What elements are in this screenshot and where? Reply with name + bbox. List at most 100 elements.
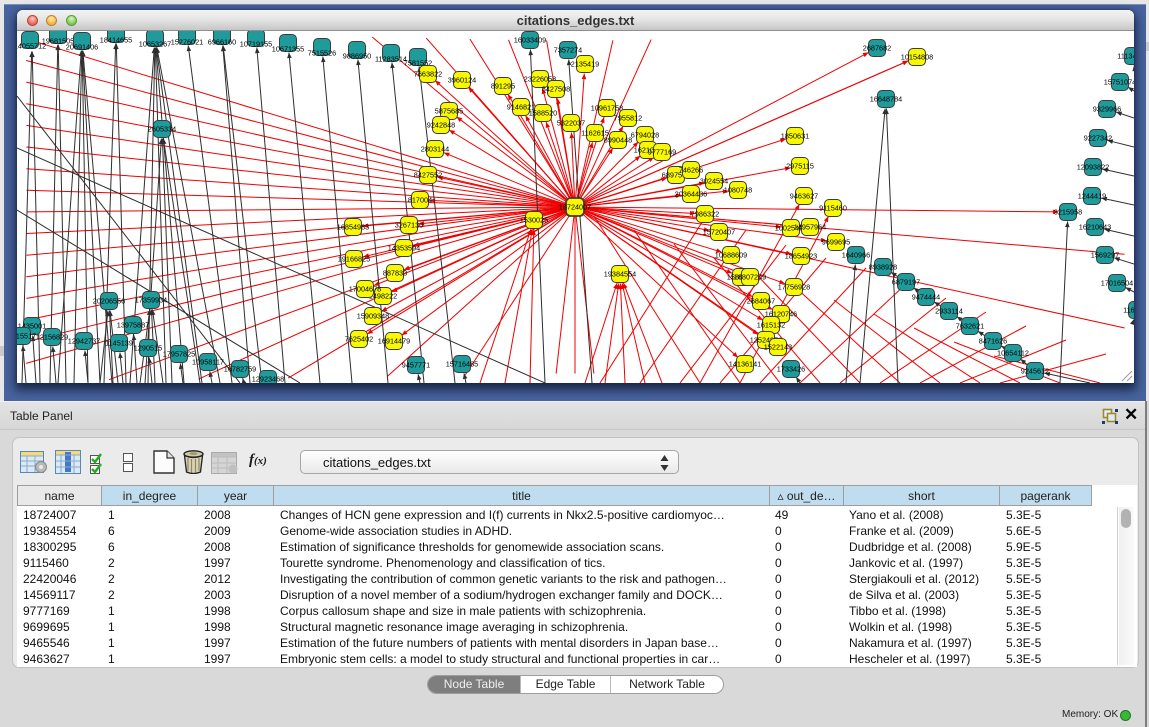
svg-text:16914479: 16914479: [378, 337, 410, 346]
svg-text:10688609: 10688609: [715, 251, 747, 260]
svg-text:14353594: 14353594: [388, 244, 420, 253]
svg-text:3267130: 3267130: [395, 221, 423, 230]
svg-text:19384554: 19384554: [604, 270, 636, 279]
svg-text:7357274: 7357274: [554, 46, 582, 55]
svg-text:18807249: 18807249: [734, 273, 766, 282]
svg-text:10654112: 10654112: [997, 349, 1029, 358]
svg-text:1290515: 1290515: [134, 344, 162, 353]
svg-text:6794028: 6794028: [631, 131, 659, 140]
svg-text:2803144: 2803144: [421, 145, 449, 154]
svg-text:2687682: 2687682: [863, 44, 891, 53]
svg-text:20206556: 20206556: [93, 297, 125, 306]
svg-text:3915517: 3915517: [17, 332, 36, 341]
svg-text:1850631: 1850631: [781, 132, 809, 141]
svg-text:1145139: 1145139: [105, 339, 133, 348]
svg-text:1733426: 1733426: [777, 365, 805, 374]
svg-text:9474444: 9474444: [912, 293, 940, 302]
svg-text:2933114: 2933114: [935, 307, 963, 316]
svg-text:9457771: 9457771: [402, 361, 430, 370]
svg-text:10961758: 10961758: [591, 104, 623, 113]
svg-text:17756928: 17756928: [778, 283, 810, 292]
svg-text:7625402: 7625402: [345, 335, 373, 344]
svg-text:18654923: 18654923: [785, 252, 817, 261]
svg-text:1640966: 1640966: [842, 251, 870, 260]
svg-text:8427508: 8427508: [542, 85, 570, 94]
svg-text:1522143: 1522143: [764, 343, 792, 352]
svg-text:15716485: 15716485: [446, 360, 478, 369]
svg-text:7632621: 7632621: [956, 322, 984, 331]
svg-text:10154808: 10154808: [901, 53, 933, 62]
svg-text:3960124: 3960124: [448, 76, 476, 85]
svg-text:817004: 817004: [408, 196, 432, 205]
svg-text:10719155: 10719155: [240, 40, 272, 49]
svg-text:14957964: 14957964: [794, 223, 826, 232]
svg-text:3024554: 3024554: [700, 177, 728, 186]
svg-text:15720407: 15720407: [703, 228, 735, 237]
svg-text:8471626: 8471626: [979, 337, 1007, 346]
svg-text:6879197: 6879197: [892, 278, 920, 287]
svg-text:2684067: 2684067: [747, 297, 775, 306]
svg-text:891295: 891295: [491, 82, 515, 91]
svg-text:1615132: 1615132: [757, 321, 785, 330]
svg-text:7986322: 7986322: [691, 210, 719, 219]
svg-text:2975115: 2975115: [786, 162, 814, 171]
svg-text:9115460: 9115460: [819, 204, 847, 213]
svg-text:11283514: 11283514: [375, 55, 407, 64]
svg-text:887833: 887833: [383, 269, 407, 278]
svg-text:746266: 746266: [679, 166, 703, 175]
svg-text:8938928: 8938928: [869, 263, 897, 272]
svg-text:17016504: 17016504: [1101, 279, 1133, 288]
svg-text:10653267: 10653267: [139, 40, 171, 49]
svg-text:11134251: 11134251: [1117, 52, 1134, 61]
svg-text:12156829: 12156829: [36, 333, 68, 342]
svg-text:12093822: 12093822: [1077, 163, 1109, 172]
svg-text:16033409: 16033409: [514, 36, 546, 45]
svg-text:1244419: 1244419: [1078, 192, 1106, 201]
svg-text:2135419: 2135419: [571, 60, 599, 69]
svg-text:20691406: 20691406: [66, 43, 98, 52]
svg-text:16210643: 16210643: [1079, 223, 1111, 232]
svg-text:13975887: 13975887: [117, 321, 149, 330]
svg-text:9227342: 9227342: [1084, 134, 1112, 143]
svg-text:19166825: 19166825: [338, 255, 370, 264]
svg-text:12923468: 12923468: [252, 375, 284, 383]
svg-text:16854983: 16854983: [337, 223, 369, 232]
svg-text:17957825: 17957825: [163, 350, 195, 359]
svg-text:9242848: 9242848: [427, 121, 455, 130]
svg-text:17004678: 17004678: [349, 285, 381, 294]
svg-text:8427552: 8427552: [414, 171, 442, 180]
svg-text:9463627: 9463627: [790, 192, 818, 201]
svg-text:17359934: 17359934: [135, 296, 167, 305]
svg-text:9699695: 9699695: [822, 238, 850, 247]
svg-text:2605334: 2605334: [148, 125, 176, 134]
svg-text:18724007: 18724007: [559, 203, 591, 212]
svg-text:9777169: 9777169: [648, 148, 676, 157]
svg-text:9245612: 9245612: [1021, 367, 1049, 376]
svg-text:10958117: 10958117: [192, 358, 224, 367]
svg-text:15751074: 15751074: [1104, 78, 1134, 87]
svg-text:12942737: 12942737: [68, 337, 100, 346]
svg-text:18414655: 18414655: [100, 36, 132, 45]
svg-text:9886950: 9886950: [343, 52, 371, 61]
svg-text:16782759: 16782759: [224, 365, 256, 374]
svg-text:3215958: 3215958: [1054, 208, 1082, 217]
svg-text:14136141: 14136141: [729, 360, 761, 369]
svg-text:1530025: 1530025: [520, 216, 548, 225]
svg-text:7663822: 7663822: [414, 70, 442, 79]
svg-text:10671355: 10671355: [272, 45, 304, 54]
svg-text:9329966: 9329966: [1093, 105, 1121, 114]
svg-text:15909348: 15909348: [357, 312, 389, 321]
svg-text:15276021: 15276021: [171, 38, 203, 47]
svg-text:1080748: 1080748: [724, 186, 752, 195]
svg-text:1167533: 1167533: [1123, 306, 1134, 315]
svg-text:1588520: 1588520: [529, 109, 557, 118]
svg-text:7955812: 7955812: [614, 114, 642, 123]
svg-text:1569297: 1569297: [1091, 251, 1119, 260]
svg-text:16648784: 16648784: [870, 95, 902, 104]
svg-text:7515526: 7515526: [308, 49, 336, 58]
svg-text:5875685: 5875685: [435, 107, 463, 116]
svg-text:5322037: 5322037: [557, 119, 585, 128]
svg-text:20364436: 20364436: [675, 190, 707, 199]
svg-text:8990448: 8990448: [604, 136, 632, 145]
svg-text:6966160: 6966160: [208, 38, 236, 47]
